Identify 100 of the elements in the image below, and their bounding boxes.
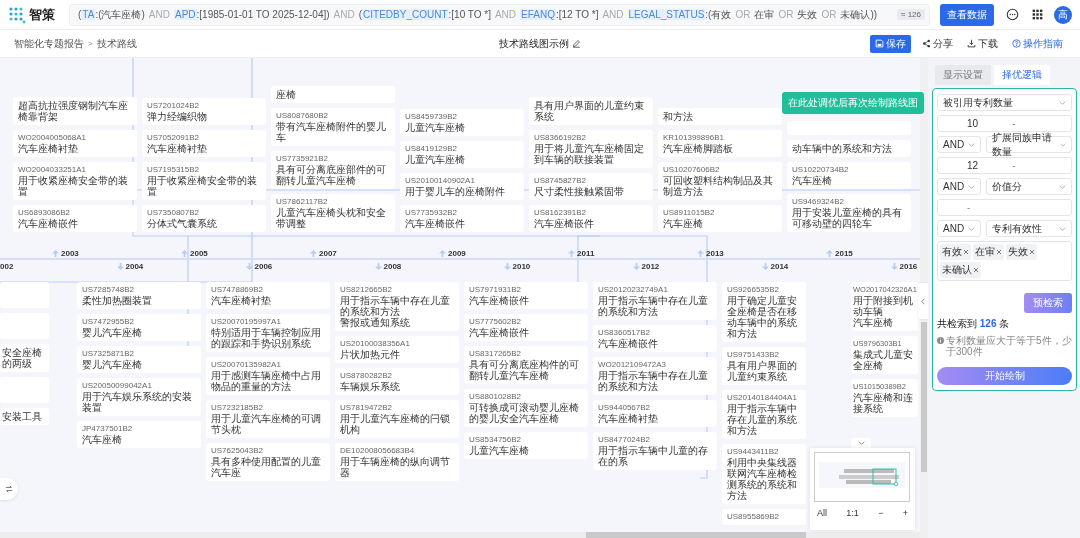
chat-icon[interactable] (1006, 8, 1019, 21)
status-tag[interactable]: 未确认 (940, 262, 981, 278)
patent-card[interactable]: US20140184404A1 用于指示车辆中存在儿童的系统和方法 (722, 390, 806, 439)
criteria-select[interactable]: 专利有效性 (986, 220, 1072, 237)
patent-card[interactable]: WO2004005068A1 汽车座椅衬垫 (13, 130, 137, 157)
range-field[interactable]: 10 - (937, 115, 1072, 132)
patent-card[interactable]: 安装工具 (0, 408, 49, 425)
patent-card[interactable]: US7350807B2 分体式气囊系统 (142, 205, 266, 232)
patent-card[interactable]: US7775602B2 汽车座椅嵌件 (464, 314, 588, 341)
panel-tab[interactable]: 择优逻辑 (994, 65, 1050, 85)
patent-card[interactable]: US8745827B2 尺寸柔性接触紧固带 (529, 173, 653, 200)
patent-card[interactable]: US7735932B2 汽车座椅嵌件 (400, 205, 524, 232)
status-tag[interactable]: 在审 (973, 244, 1004, 260)
patent-card[interactable]: US8087680B2 带有汽车座椅附件的婴儿车 (271, 108, 395, 146)
patent-card[interactable]: US8911015B2 汽车座椅 (658, 205, 782, 232)
status-tag[interactable]: 有效 (940, 244, 971, 260)
patent-card[interactable]: US9440567B2 汽车座椅衬垫 (593, 400, 717, 427)
query-field[interactable]: (TA:(汽车座椅) AND APD:[1985-01-01 TO 2025-12-04]) AND (CITEDBY_COUNT:[10 TO *] AND EFANQ:[12 TO *] AND LEGAL_STATUS:(有效 OR 在审 OR 失效 OR 未确认)) ≈ 126 (69, 3, 930, 26)
close-icon[interactable] (996, 249, 1002, 255)
patent-card[interactable]: US7862117B2 儿童汽车座椅头枕和安全带调整 (271, 194, 395, 232)
minimap-drawing[interactable] (814, 452, 910, 502)
edit-icon[interactable] (572, 39, 581, 48)
patent-card[interactable]: US7325871B2 婴儿汽车座椅 (77, 346, 201, 373)
breadcrumb-link[interactable]: 技术路线 (96, 36, 137, 51)
minimap-toggle[interactable] (851, 438, 871, 448)
patent-card[interactable]: US8366192B2 用于将儿童汽车座椅固定到车辆的联接装置 (529, 130, 653, 168)
status-tag[interactable]: 失效 (1006, 244, 1037, 260)
patent-card[interactable]: US8801028B2 可转换成可滚动婴儿座椅的婴儿安全汽车座椅 (464, 389, 588, 427)
patent-card[interactable]: 座椅 (271, 86, 395, 103)
range-field[interactable]: 12 - (937, 157, 1072, 174)
patent-card[interactable]: 动车辆中的系统和方法 (787, 140, 911, 157)
patent-card[interactable]: US9751433B2 具有用户界面的儿童约束系统 (722, 347, 806, 385)
patent-card[interactable]: US8162391B2 汽车座椅嵌件 (529, 205, 653, 232)
patent-card[interactable]: 超高抗拉强度钢制汽车座椅靠背架 (13, 97, 137, 125)
patent-card[interactable]: KR101399896B1 汽车座椅脚踏板 (658, 130, 782, 157)
save-button[interactable]: 保存 (870, 34, 911, 53)
scrollbar-thumb[interactable] (586, 532, 806, 538)
patent-card[interactable]: US9443411B2 利用中央集线器联网汽车座椅检测系统的系统和方法 (722, 444, 806, 504)
patent-card[interactable]: WO2004033251A1 用于收紧座椅安全带的装置 (13, 162, 137, 200)
patent-card[interactable]: US7478869B2 汽车座椅衬垫 (206, 282, 330, 309)
panel-tab[interactable]: 显示设置 (935, 65, 991, 85)
range-field[interactable]: - (937, 199, 1072, 216)
collapse-panel-button[interactable] (918, 283, 928, 319)
patent-card[interactable]: US7195315B2 用于收紧座椅安全带的装置 (142, 162, 266, 200)
zoom-control[interactable]: All (814, 507, 830, 519)
tag-select[interactable]: 有效 在审 失效 未确认 (937, 241, 1072, 281)
scrollbar-thumb[interactable] (921, 322, 927, 472)
patent-card[interactable]: US8477024B2 用于指示车辆中儿童的存在的系 (593, 432, 717, 470)
close-icon[interactable] (963, 249, 969, 255)
patent-card[interactable]: JP4737501B2 汽车座椅 (77, 421, 201, 448)
patent-card[interactable]: US20070195997A1 特别适用于车辆控制应用的跟踪和手势识别系统 (206, 314, 330, 352)
patent-card[interactable]: US8780282B2 车辆娱乐系统 (335, 368, 459, 395)
patent-card[interactable]: US8419129B2 儿童汽车座椅 (400, 141, 524, 168)
help-link[interactable]: 操作指南 (1009, 34, 1066, 53)
patent-card[interactable]: US7052091B2 汽车座椅衬垫 (142, 130, 266, 157)
patent-card[interactable]: US7285748B2 柔性加热圈装置 (77, 282, 201, 309)
close-icon[interactable] (973, 267, 979, 273)
patent-card[interactable]: US8360517B2 汽车座椅嵌件 (593, 325, 717, 352)
patent-card[interactable]: 具有用户界面的儿童约束系统 (529, 97, 653, 125)
patent-card[interactable]: US20120232749A1 用于指示车辆中存在儿童的系统和方法 (593, 282, 717, 320)
patent-card[interactable]: US7232185B2 用于儿童汽车座椅的可调节头枕 (206, 400, 330, 438)
patent-card[interactable]: US10207606B2 可回收塑料结构制品及其制造方法 (658, 162, 782, 200)
operator-select[interactable]: AND (937, 220, 981, 237)
patent-card[interactable]: US8212665B2 用于指示车辆中存在儿童的系统和方法 警报或通知系统 (335, 282, 459, 331)
patent-card[interactable]: US20100038356A1 片状加热元件 (335, 336, 459, 363)
patent-card[interactable]: US8459739B2 儿童汽车座椅 (400, 109, 524, 136)
breadcrumb-link[interactable]: 智能化专题报告 (14, 36, 84, 51)
operator-select[interactable]: AND (937, 136, 981, 153)
patent-card[interactable]: US7201024B2 弹力经编织物 (142, 98, 266, 125)
apps-grid-icon[interactable] (1031, 8, 1044, 21)
patent-card[interactable]: US6893086B2 汽车座椅嵌件 (13, 205, 137, 232)
patent-card[interactable]: US7735921B2 具有可分离底座部件的可翻转儿童汽车座椅 (271, 151, 395, 189)
patent-card[interactable]: US7971931B2 汽车座椅嵌件 (464, 282, 588, 309)
patent-card[interactable]: US9469324B2 用于安装儿童座椅的具有可移动壁的四轮车 (787, 194, 911, 232)
patent-card[interactable]: US8317265B2 具有可分离底座构件的可翻转儿童汽车座椅 (464, 346, 588, 384)
patent-card[interactable]: 和方法 (658, 108, 782, 125)
patent-card[interactable]: US7472955B2 婴儿汽车座椅 (77, 314, 201, 341)
patent-card[interactable]: US10220734B2 汽车座椅 (787, 162, 911, 189)
user-avatar[interactable]: 高 (1054, 5, 1072, 24)
patent-card[interactable]: WO2012109472A3 用于指示车辆中存在儿童的系统和方法 (593, 357, 717, 395)
close-icon[interactable] (1029, 249, 1035, 255)
patent-card[interactable]: US8955869B2 (722, 509, 806, 525)
patent-card[interactable]: US9266535B2 用于确定儿童安全座椅是否在移动车辆中的系统和方法 (722, 282, 806, 342)
patent-card[interactable]: DE102008056683B4 用于车辆座椅的纵向调节器 (335, 443, 459, 481)
criteria-select[interactable]: 价值分 (986, 178, 1072, 195)
patent-card[interactable]: US20050099042A1 用于汽车娱乐系统的安装装置 (77, 378, 201, 416)
patent-card[interactable]: US8534756B2 儿童汽车座椅 (464, 432, 588, 459)
patent-card[interactable]: US7819472B2 用于儿童汽车座椅的闩锁机构 (335, 400, 459, 438)
view-data-button[interactable]: 查看数据 (940, 3, 994, 26)
download-button[interactable]: 下载 (964, 34, 1001, 53)
criteria-select[interactable]: 被引用专利数量 (937, 94, 1072, 111)
zoom-control[interactable]: 1:1 (843, 507, 862, 519)
patent-card[interactable]: US7625043B2 具有多种使用配置的儿童汽车座 (206, 443, 330, 481)
share-button[interactable]: 分享 (919, 34, 956, 53)
zoom-control[interactable]: + (899, 507, 911, 519)
operator-select[interactable]: AND (937, 178, 981, 195)
patent-card[interactable]: 安全座椅的两级 (0, 344, 49, 372)
patent-card[interactable]: US20070135982A1 用于感测车辆座椅中占用物品的重量的方法 (206, 357, 330, 395)
swap-button[interactable] (0, 478, 18, 500)
patent-card[interactable]: US20100140902A1 用于婴儿车的座椅附件 (400, 173, 524, 200)
